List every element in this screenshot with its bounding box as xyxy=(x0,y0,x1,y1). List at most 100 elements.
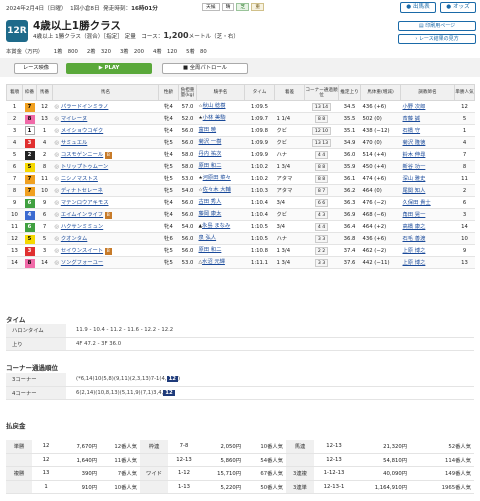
jockey-link[interactable]: 富田 暁 xyxy=(199,127,217,133)
horse-name-link[interactable]: クオンタム xyxy=(61,236,88,242)
odds-button[interactable]: ● オッズ xyxy=(440,2,476,13)
trainer-link[interactable]: 高橋 康之 xyxy=(403,224,426,230)
col-margin: 着差 xyxy=(274,84,305,101)
horse-name-link[interactable]: マテンロウアキモス xyxy=(61,200,109,206)
jockey-link[interactable]: 菊沢 一樹 xyxy=(199,139,222,145)
payout-combination: 1-12-13 xyxy=(314,466,354,481)
sex-age-cell: 牝4 xyxy=(158,112,179,125)
results-guide-button[interactable]: › レース結果の見方 xyxy=(398,34,476,44)
body-weight-cell: 462 (−2) xyxy=(360,244,401,257)
jockey-link[interactable]: 佐々木 大輔 xyxy=(203,187,231,193)
trainer-link[interactable]: 新谷 功一 xyxy=(403,164,426,170)
payout-row: 12 1,640円 11番人気 12-13 5,860円 54番人気 12-13 54,810… xyxy=(6,453,474,468)
jockey-link[interactable]: 永島 まなみ xyxy=(202,223,230,229)
corner4-row: 4コーナー 6(2,14)(10,8,13)(5,11,9)(7,1)3,4, 1… xyxy=(6,386,474,400)
horse-number-cell: 13 xyxy=(36,112,53,125)
horse-name-link[interactable]: ソングフォーユー xyxy=(61,260,103,266)
print-page-button[interactable]: ▤ 印刷用ページ xyxy=(398,21,476,31)
margin-cell: 1 3/4 xyxy=(274,256,305,269)
trainer-link[interactable]: 菊沢 隆徳 xyxy=(403,140,426,146)
corner-cell: 13 14 xyxy=(304,100,339,113)
body-weight-cell: 470 (0) xyxy=(360,136,401,149)
jockey-cell: 古田 秀人 xyxy=(196,196,245,209)
horse-name-link[interactable]: サミュエル xyxy=(61,140,88,146)
col-corner: コーナー通過順位 xyxy=(304,84,339,101)
horse-name-link[interactable]: パラードインミラノ xyxy=(61,104,109,110)
weather-tags: 天候 晴 芝 重 xyxy=(202,3,265,11)
jockey-cell: △水沼 元輝 xyxy=(196,256,245,269)
col-time: タイム xyxy=(244,84,275,101)
surface-tag: 芝 xyxy=(236,3,250,11)
trainer-link[interactable]: 上原 博之 xyxy=(403,260,426,266)
time-cell: 1:10.3 xyxy=(244,184,275,197)
last3f-cell: 36.3 xyxy=(338,196,361,209)
jockey-link[interactable]: 秋山 稔樹 xyxy=(203,103,226,109)
trainer-link[interactable]: 久保田 貴士 xyxy=(403,200,431,206)
frame-badge: 7 xyxy=(24,102,35,112)
horse-name-cell: ◎ パラードインミラノ xyxy=(52,100,159,113)
trainer-link[interactable]: 石毛 善渡 xyxy=(403,236,426,242)
popularity-cell: 4 xyxy=(454,136,475,149)
last3f-cell: 34.5 xyxy=(338,100,361,113)
jockey-link[interactable]: 丹内 祐次 xyxy=(199,151,222,157)
jockey-link[interactable]: 原田 和二 xyxy=(199,163,222,169)
entries-button[interactable]: ● 出馬表 xyxy=(400,2,436,13)
trainer-link[interactable]: 尾関 知人 xyxy=(403,188,426,194)
play-video-button[interactable]: ▶ PLAY xyxy=(66,63,152,74)
table-row: 7 7 11 ◎ ニシノマストス 牡5 53.0 ★河原田 菜々 1:10.2 アタマ 8 8 36… xyxy=(6,172,475,185)
horse-name-link[interactable]: マイレーヌ xyxy=(61,116,88,122)
jockey-link[interactable]: 小林 美駒 xyxy=(203,115,226,121)
payout-bet-type xyxy=(286,453,314,468)
corner-cell: 13 13 xyxy=(304,136,339,149)
jockey-link[interactable]: 藤岡 康太 xyxy=(199,211,222,217)
frame-badge: 7 xyxy=(24,174,35,184)
horse-name-link[interactable]: ディナトセレーネ xyxy=(61,188,103,194)
horse-name-link[interactable]: コスモゲンニール xyxy=(61,152,103,158)
horse-name-link[interactable]: ニシノマストス xyxy=(61,176,98,182)
race-date-info: 2024年2月4日（日曜） 1回小倉8日 発走時刻：16時01分 xyxy=(6,6,158,12)
body-weight-cell: 438 (−12) xyxy=(360,124,401,137)
time-cell: 1:10.8 xyxy=(244,244,275,257)
horse-name-link[interactable]: セイウンスイート xyxy=(61,248,103,254)
weight-cell: 56.0 xyxy=(178,124,197,137)
sex-age-cell: 牝4 xyxy=(158,208,179,221)
trainer-link[interactable]: 鈴木 伸尋 xyxy=(403,152,426,158)
corner-order: 3 3 xyxy=(314,234,329,243)
trainer-link[interactable]: 深山 雅史 xyxy=(403,176,426,182)
trainer-link[interactable]: 角田 晃一 xyxy=(403,212,426,218)
horse-name-link[interactable]: トリップトゥムーン xyxy=(61,164,108,170)
jockey-link[interactable]: 水沼 元輝 xyxy=(202,259,225,265)
payout-popularity: 52番人気 xyxy=(410,440,474,454)
table-row: 12 5 5 ◎ クオンタム 牡6 56.0 泉 弘人 1:10.5 ハナ 3 3 36.8 436 … xyxy=(6,232,475,245)
payout-combination: 12-13 xyxy=(168,453,200,468)
blinker-badge: B xyxy=(104,211,112,219)
weather-label-tag: 天候 xyxy=(202,3,220,11)
payout-payout-amount: 2,050円 xyxy=(200,440,244,454)
payout-popularity: 12番人気 xyxy=(100,440,140,454)
payout-payout-amount: 21,320円 xyxy=(354,440,410,454)
trainer-link[interactable]: 斎藤 誠 xyxy=(403,116,421,122)
jockey-link[interactable]: 泉 弘人 xyxy=(199,235,217,241)
trainer-link[interactable]: 上原 博之 xyxy=(403,248,426,254)
frame-badge: 7 xyxy=(24,186,35,196)
payout-bet-type: 複勝 xyxy=(6,466,32,481)
trainer-link[interactable]: 石橋 守 xyxy=(403,128,421,134)
jockey-link[interactable]: 河原田 菜々 xyxy=(203,175,231,181)
trainer-cell: 上原 博之 xyxy=(400,256,455,269)
horse-name-link[interactable]: エイムインライフ xyxy=(61,212,103,218)
horse-name-link[interactable]: メイショウコギク xyxy=(61,128,103,134)
jockey-link[interactable]: 古田 秀人 xyxy=(199,199,222,205)
position-cell: 13 xyxy=(6,244,23,257)
popularity-cell: 14 xyxy=(454,220,475,233)
patrol-video-button[interactable]: ■ 全周パトロール xyxy=(162,63,248,74)
prize-money: 本賞金（万円） 1着 800 2着 320 3着 200 4着 120 5着 80 xyxy=(6,49,207,55)
trainer-link[interactable]: 小野 次郎 xyxy=(403,104,426,110)
horse-name-cell: ◎ ハクサンミミュン xyxy=(52,220,159,233)
body-weight-cell: 474 (+6) xyxy=(360,172,401,185)
horse-number-cell: 8 xyxy=(36,160,53,173)
corner-order: 13 14 xyxy=(311,102,332,111)
jockey-link[interactable]: 原田 和二 xyxy=(199,247,222,253)
horse-name-link[interactable]: ハクサンミミュン xyxy=(61,224,103,230)
frame-cell: 7 xyxy=(22,184,37,197)
payout-payout-amount: 7,670円 xyxy=(60,440,100,454)
